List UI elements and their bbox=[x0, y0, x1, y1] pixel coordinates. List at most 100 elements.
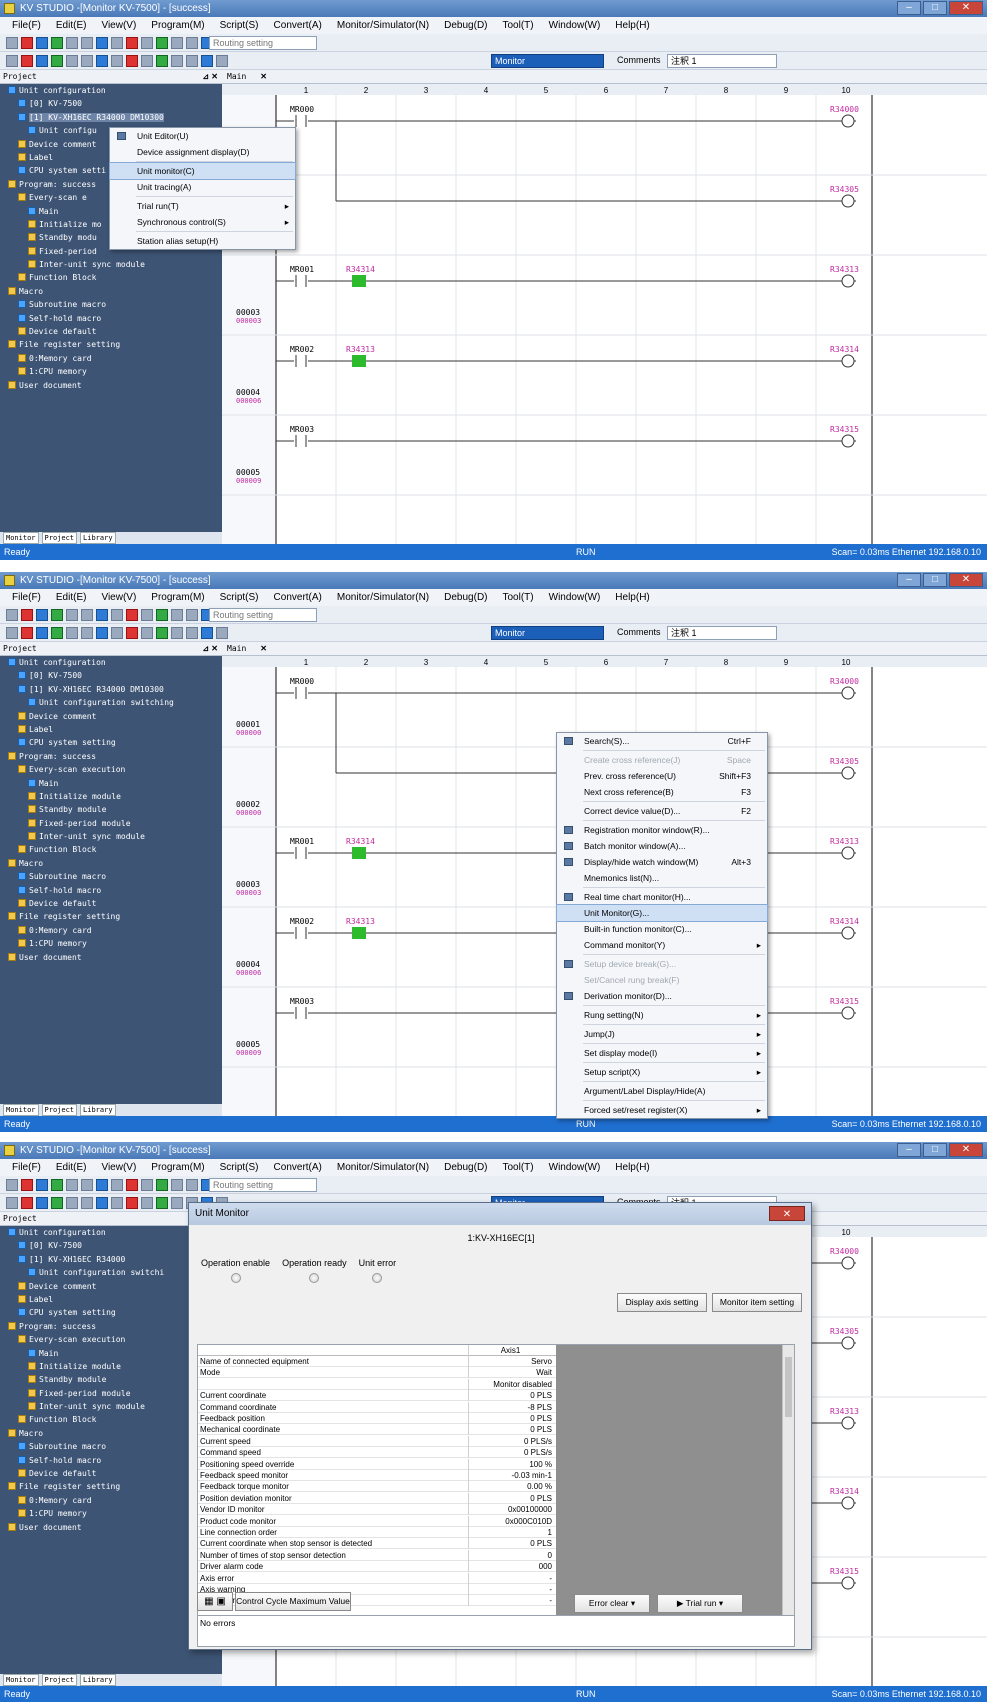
menu-item[interactable]: View(V) bbox=[101, 589, 136, 606]
project-tree[interactable]: Unit configuration [0] KV-7500 [1] KV-XH16… bbox=[0, 656, 222, 1104]
toolbar-button-icon[interactable] bbox=[81, 1179, 93, 1191]
menu-item[interactable]: Real time chart monitor(H)... bbox=[557, 889, 767, 905]
menu-item[interactable]: Program(M) bbox=[151, 589, 204, 606]
tree-item[interactable]: [0] KV-7500 bbox=[0, 97, 222, 110]
toolbar-button-icon[interactable] bbox=[21, 37, 33, 49]
bottom-tabs[interactable]: Monitor Project Library bbox=[0, 1104, 222, 1116]
tree-item[interactable]: User document bbox=[0, 951, 222, 964]
tree-item[interactable]: Unit configuration bbox=[0, 84, 222, 97]
tree-item[interactable]: Function Block bbox=[0, 271, 222, 284]
panel-tab[interactable]: Library bbox=[80, 1104, 116, 1116]
tree-item[interactable]: Main bbox=[0, 777, 222, 790]
toolbar-button-icon[interactable] bbox=[21, 627, 33, 639]
dialog-close-button[interactable]: ✕ bbox=[769, 1206, 805, 1221]
menu-item[interactable]: Argument/Label Display/Hide(A) bbox=[557, 1083, 767, 1099]
tree-item[interactable]: Fixed-period module bbox=[0, 817, 222, 830]
toolbar-button-icon[interactable] bbox=[81, 609, 93, 621]
menu-item[interactable]: Built-in function monitor(C)... bbox=[557, 921, 767, 937]
tree-item[interactable]: Subroutine macro bbox=[0, 298, 222, 311]
menu-item[interactable]: Display/hide watch window(M) Alt+3 bbox=[557, 854, 767, 870]
editor-tab[interactable]: Main bbox=[227, 72, 246, 81]
toolbar-button-icon[interactable] bbox=[216, 627, 228, 639]
tree-item[interactable]: Device comment bbox=[0, 710, 222, 723]
icon-buttons[interactable]: ▦ ▣ bbox=[197, 1592, 233, 1611]
menu-item[interactable]: Convert(A) bbox=[274, 589, 322, 606]
toolbar-button-icon[interactable] bbox=[81, 37, 93, 49]
toolbar-button-icon[interactable] bbox=[111, 1197, 123, 1209]
menu-item[interactable]: Edit(E) bbox=[56, 17, 87, 34]
ladder-editor[interactable]: 12345678910MR000R34000R34305000020000000… bbox=[222, 84, 987, 544]
close-button[interactable]: ✕ bbox=[949, 573, 983, 587]
toolbar-button-icon[interactable] bbox=[51, 55, 63, 67]
toolbar-button-icon[interactable] bbox=[66, 55, 78, 67]
minimize-button[interactable]: – bbox=[897, 1, 921, 15]
toolbar-button-icon[interactable] bbox=[141, 37, 153, 49]
coil-icon[interactable] bbox=[841, 194, 855, 208]
energized-contact-icon[interactable] bbox=[352, 927, 366, 939]
maximize-button[interactable]: □ bbox=[923, 1, 947, 15]
menu-item[interactable]: Program(M) bbox=[151, 1159, 204, 1176]
menu-item[interactable]: Trial run(T) ▸ bbox=[110, 198, 295, 214]
menu-item[interactable]: Script(S) bbox=[220, 589, 259, 606]
toolbar-button-icon[interactable] bbox=[126, 627, 138, 639]
toolbar-button-icon[interactable] bbox=[66, 1179, 78, 1191]
tab-close-icon[interactable]: ✕ bbox=[260, 644, 267, 653]
toolbar-button-icon[interactable] bbox=[36, 1179, 48, 1191]
toolbar-button-icon[interactable] bbox=[171, 1179, 183, 1191]
tree-item[interactable]: Macro bbox=[0, 285, 222, 298]
menu-item[interactable]: Search(S)... Ctrl+F bbox=[557, 733, 767, 749]
toolbar-button-icon[interactable] bbox=[36, 1197, 48, 1209]
menu-item[interactable]: Help(H) bbox=[615, 589, 649, 606]
toolbar-button-icon[interactable] bbox=[66, 1197, 78, 1209]
menu-item[interactable]: Help(H) bbox=[615, 1159, 649, 1176]
toolbar-icons[interactable] bbox=[6, 627, 228, 639]
toolbar-button-icon[interactable] bbox=[96, 55, 108, 67]
tree-item[interactable]: Self-hold macro bbox=[0, 312, 222, 325]
toolbar-button-icon[interactable] bbox=[36, 55, 48, 67]
toolbar-button-icon[interactable] bbox=[141, 55, 153, 67]
toolbar-button-icon[interactable] bbox=[126, 37, 138, 49]
toolbar-button-icon[interactable] bbox=[141, 1179, 153, 1191]
menu-item[interactable]: Edit(E) bbox=[56, 1159, 87, 1176]
tree-item[interactable]: Macro bbox=[0, 857, 222, 870]
tree-item[interactable]: Every-scan execution bbox=[0, 763, 222, 776]
menu-item[interactable]: Tool(T) bbox=[503, 1159, 534, 1176]
menu-item[interactable]: Correct device value(D)... F2 bbox=[557, 803, 767, 819]
menu-item[interactable]: Batch monitor window(A)... bbox=[557, 838, 767, 854]
coil-icon[interactable] bbox=[841, 1336, 855, 1350]
toolbar-button-icon[interactable] bbox=[126, 55, 138, 67]
toolbar-button-icon[interactable] bbox=[96, 609, 108, 621]
menu-item[interactable]: Unit tracing(A) bbox=[110, 179, 295, 195]
energized-contact-icon[interactable] bbox=[352, 275, 366, 287]
menu-item[interactable]: Tool(T) bbox=[503, 17, 534, 34]
menu-item[interactable]: Window(W) bbox=[549, 1159, 601, 1176]
comments-combo[interactable]: 注釈 1 bbox=[667, 626, 777, 640]
menu-item[interactable]: Prev. cross reference(U) Shift+F3 bbox=[557, 768, 767, 784]
tree-item[interactable]: Program: success bbox=[0, 750, 222, 763]
toolbar-button-icon[interactable] bbox=[66, 37, 78, 49]
tree-item[interactable]: 1:CPU memory bbox=[0, 365, 222, 378]
menu-item[interactable]: Jump(J) ▸ bbox=[557, 1026, 767, 1042]
menu-item[interactable]: Monitor/Simulator(N) bbox=[337, 1159, 429, 1176]
menu-item[interactable]: Convert(A) bbox=[274, 1159, 322, 1176]
toolbar-icons[interactable] bbox=[6, 1179, 228, 1191]
tree-item[interactable]: Unit configuration switching bbox=[0, 696, 222, 709]
coil-icon[interactable] bbox=[841, 1576, 855, 1590]
tree-item[interactable]: 0:Memory card bbox=[0, 352, 222, 365]
toolbar-button-icon[interactable] bbox=[111, 37, 123, 49]
toolbar-button-icon[interactable] bbox=[81, 627, 93, 639]
toolbar-button-icon[interactable] bbox=[186, 609, 198, 621]
tab-close-icon[interactable]: ✕ bbox=[260, 72, 267, 81]
toolbar-button-icon[interactable] bbox=[21, 1179, 33, 1191]
menu-item[interactable]: Next cross reference(B) F3 bbox=[557, 784, 767, 800]
toolbar-button-icon[interactable] bbox=[111, 55, 123, 67]
panel-tab[interactable]: Monitor bbox=[3, 1674, 39, 1686]
coil-icon[interactable] bbox=[841, 686, 855, 700]
close-button[interactable]: ✕ bbox=[949, 1, 983, 15]
toolbar-button-icon[interactable] bbox=[171, 37, 183, 49]
trial-run-button[interactable]: ▶ Trial run ▾ bbox=[657, 1594, 743, 1613]
toolbar-button-icon[interactable] bbox=[81, 1197, 93, 1209]
menu-item[interactable]: Forced set/reset register(X) ▸ bbox=[557, 1102, 767, 1118]
menu-item[interactable]: Debug(D) bbox=[444, 17, 487, 34]
toolbar-button-icon[interactable] bbox=[6, 1197, 18, 1209]
